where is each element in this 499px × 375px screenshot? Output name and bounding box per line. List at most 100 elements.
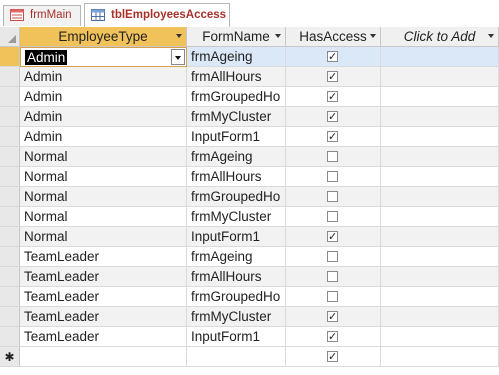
row-selector[interactable] <box>0 87 20 107</box>
cell-click-to-add[interactable] <box>381 87 499 107</box>
cell-employeetype[interactable]: Admin <box>20 127 187 147</box>
new-record-icon[interactable]: ✱ <box>0 347 20 367</box>
chevron-down-icon[interactable] <box>275 34 281 38</box>
new-record-cell[interactable] <box>187 347 286 367</box>
cell-employeetype[interactable]: Normal <box>20 147 187 167</box>
row-selector[interactable] <box>0 127 20 147</box>
hasaccess-checkbox[interactable] <box>327 68 338 86</box>
hasaccess-checkbox[interactable] <box>327 171 338 182</box>
cell-click-to-add[interactable] <box>381 127 499 147</box>
row-selector[interactable] <box>0 187 20 207</box>
table-row[interactable]: TeamLeader frmAllHours <box>0 267 499 287</box>
hasaccess-checkbox[interactable] <box>327 211 338 222</box>
cell-click-to-add[interactable] <box>381 327 499 347</box>
cell-click-to-add[interactable] <box>381 47 499 67</box>
column-header-click-to-add[interactable]: Click to Add <box>381 27 499 47</box>
cell-click-to-add[interactable] <box>381 227 499 247</box>
cell-employeetype[interactable]: Admin <box>20 47 187 67</box>
row-selector[interactable] <box>0 107 20 127</box>
cell-click-to-add[interactable] <box>381 107 499 127</box>
new-record-cell[interactable] <box>20 347 187 367</box>
chevron-down-icon[interactable] <box>370 34 376 38</box>
row-selector[interactable] <box>0 47 20 67</box>
row-selector[interactable] <box>0 207 20 227</box>
table-row[interactable]: Admin frmAgeing <box>0 47 499 67</box>
cell-formname[interactable]: frmAgeing <box>187 147 286 167</box>
row-selector[interactable] <box>0 307 20 327</box>
column-header-formname[interactable]: FormName <box>187 27 286 47</box>
hasaccess-checkbox[interactable] <box>327 151 338 162</box>
new-record-cell[interactable] <box>286 347 381 367</box>
hasaccess-checkbox[interactable] <box>327 291 338 302</box>
hasaccess-checkbox[interactable] <box>327 48 338 66</box>
cell-click-to-add[interactable] <box>381 207 499 227</box>
cell-click-to-add[interactable] <box>381 247 499 267</box>
hasaccess-checkbox[interactable] <box>327 88 338 106</box>
cell-employeetype[interactable]: Normal <box>20 187 187 207</box>
table-row[interactable]: TeamLeader InputForm1 <box>0 327 499 347</box>
cell-employeetype[interactable]: TeamLeader <box>20 247 187 267</box>
row-selector[interactable] <box>0 227 20 247</box>
cell-click-to-add[interactable] <box>381 147 499 167</box>
hasaccess-checkbox[interactable] <box>327 308 338 326</box>
table-row[interactable]: Normal frmAgeing <box>0 147 499 167</box>
column-header-employeetype[interactable]: EmployeeType <box>20 27 187 47</box>
new-record-row[interactable]: ✱ <box>0 347 499 367</box>
cell-formname[interactable]: frmMyCluster <box>187 307 286 327</box>
cell-employeetype[interactable]: Admin <box>20 67 187 87</box>
cell-click-to-add[interactable] <box>381 267 499 287</box>
combo-dropdown-button[interactable] <box>171 49 185 65</box>
cell-formname[interactable]: InputForm1 <box>187 127 286 147</box>
table-row[interactable]: Normal frmMyCluster <box>0 207 499 227</box>
table-row[interactable]: Normal frmGroupedHo <box>0 187 499 207</box>
cell-formname[interactable]: frmAgeing <box>187 47 286 67</box>
hasaccess-checkbox[interactable] <box>327 228 338 246</box>
cell-formname[interactable]: frmAllHours <box>187 167 286 187</box>
cell-employeetype[interactable]: Normal <box>20 227 187 247</box>
cell-formname[interactable]: frmMyCluster <box>187 107 286 127</box>
cell-formname[interactable]: frmMyCluster <box>187 207 286 227</box>
cell-click-to-add[interactable] <box>381 167 499 187</box>
cell-employeetype[interactable]: Admin <box>20 107 187 127</box>
row-selector[interactable] <box>0 327 20 347</box>
select-all-button[interactable] <box>0 27 20 47</box>
cell-employeetype[interactable]: TeamLeader <box>20 327 187 347</box>
hasaccess-checkbox[interactable] <box>327 108 338 126</box>
hasaccess-checkbox[interactable] <box>327 328 338 346</box>
cell-employeetype[interactable]: Normal <box>20 207 187 227</box>
column-header-hasaccess[interactable]: HasAccess <box>286 27 381 47</box>
cell-click-to-add[interactable] <box>381 67 499 87</box>
cell-formname[interactable]: InputForm1 <box>187 227 286 247</box>
tab-tblemployeesaccess[interactable]: tblEmployeesAccess <box>84 3 230 28</box>
hasaccess-checkbox[interactable] <box>327 128 338 146</box>
cell-formname[interactable]: frmAgeing <box>187 247 286 267</box>
cell-click-to-add[interactable] <box>381 287 499 307</box>
cell-formname[interactable]: frmAllHours <box>187 67 286 87</box>
cell-formname[interactable]: frmGroupedHo <box>187 287 286 307</box>
new-record-cell[interactable] <box>381 347 499 367</box>
hasaccess-checkbox[interactable] <box>327 191 338 202</box>
hasaccess-checkbox[interactable] <box>327 271 338 282</box>
table-row[interactable]: Admin frmGroupedHo <box>0 87 499 107</box>
tab-frmmain[interactable]: frmMain <box>3 5 81 26</box>
table-row[interactable]: Normal InputForm1 <box>0 227 499 247</box>
cell-formname[interactable]: InputForm1 <box>187 327 286 347</box>
table-row[interactable]: TeamLeader frmAgeing <box>0 247 499 267</box>
cell-employeetype[interactable]: Normal <box>20 167 187 187</box>
row-selector[interactable] <box>0 267 20 287</box>
table-row[interactable]: Admin InputForm1 <box>0 127 499 147</box>
table-row[interactable]: Admin frmAllHours <box>0 67 499 87</box>
hasaccess-checkbox[interactable] <box>327 251 338 262</box>
table-row[interactable]: TeamLeader frmMyCluster <box>0 307 499 327</box>
cell-employeetype[interactable]: TeamLeader <box>20 287 187 307</box>
cell-employeetype[interactable]: TeamLeader <box>20 267 187 287</box>
table-row[interactable]: Normal frmAllHours <box>0 167 499 187</box>
hasaccess-checkbox[interactable] <box>327 348 338 366</box>
row-selector[interactable] <box>0 147 20 167</box>
row-selector[interactable] <box>0 287 20 307</box>
table-row[interactable]: TeamLeader frmGroupedHo <box>0 287 499 307</box>
cell-formname[interactable]: frmGroupedHo <box>187 87 286 107</box>
row-selector[interactable] <box>0 167 20 187</box>
row-selector[interactable] <box>0 247 20 267</box>
cell-formname[interactable]: frmAllHours <box>187 267 286 287</box>
